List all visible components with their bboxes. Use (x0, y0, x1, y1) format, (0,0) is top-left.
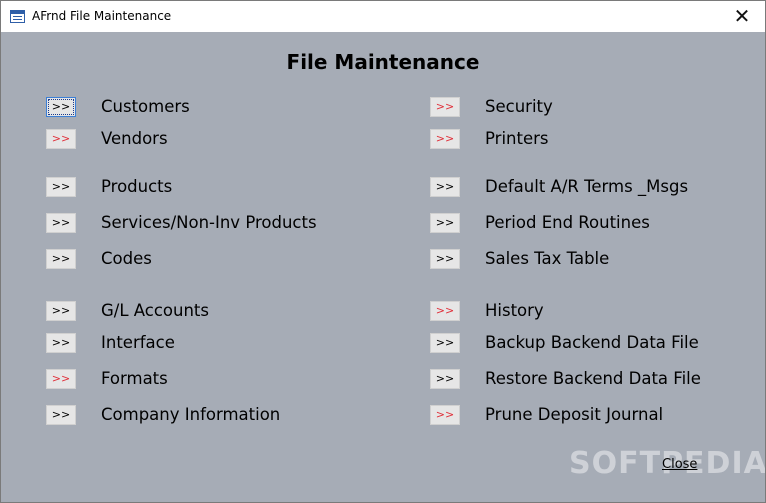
vendors-label: Vendors (101, 129, 168, 148)
period-end-routines-label: Period End Routines (485, 213, 650, 232)
backup-backend-label: Backup Backend Data File (485, 333, 699, 352)
app-window: AFrnd File Maintenance ✕ File Maintenanc… (0, 0, 766, 503)
title-bar[interactable]: AFrnd File Maintenance ✕ (1, 1, 765, 32)
codes-button[interactable]: >> (46, 249, 76, 269)
formats-button[interactable]: >> (46, 369, 76, 389)
printers-button[interactable]: >> (430, 129, 460, 149)
sales-tax-table-label: Sales Tax Table (485, 249, 610, 268)
services-label: Services/Non-Inv Products (101, 213, 317, 232)
restore-backend-label: Restore Backend Data File (485, 369, 701, 388)
window-title: AFrnd File Maintenance (32, 9, 172, 23)
security-label: Security (485, 97, 553, 116)
prune-deposit-journal-button[interactable]: >> (430, 405, 460, 425)
customers-label: Customers (101, 97, 190, 116)
history-button[interactable]: >> (430, 301, 460, 321)
codes-label: Codes (101, 249, 152, 268)
period-end-routines-button[interactable]: >> (430, 213, 460, 233)
interface-label: Interface (101, 333, 175, 352)
services-button[interactable]: >> (46, 213, 76, 233)
company-information-label: Company Information (101, 405, 281, 424)
company-information-button[interactable]: >> (46, 405, 76, 425)
products-label: Products (101, 177, 173, 196)
backup-backend-button[interactable]: >> (430, 333, 460, 353)
formats-label: Formats (101, 369, 168, 388)
default-ar-terms-button[interactable]: >> (430, 177, 460, 197)
gl-accounts-label: G/L Accounts (101, 301, 209, 320)
form-icon (10, 10, 25, 23)
close-button[interactable]: Close (662, 457, 697, 472)
page-title: File Maintenance (286, 50, 480, 74)
security-button[interactable]: >> (430, 97, 460, 117)
products-button[interactable]: >> (46, 177, 76, 197)
interface-button[interactable]: >> (46, 333, 76, 353)
gl-accounts-button[interactable]: >> (46, 301, 76, 321)
vendors-button[interactable]: >> (46, 129, 76, 149)
sales-tax-table-button[interactable]: >> (430, 249, 460, 269)
customers-button[interactable]: >> (46, 97, 76, 117)
prune-deposit-journal-label: Prune Deposit Journal (485, 405, 664, 424)
printers-label: Printers (485, 129, 549, 148)
history-label: History (485, 301, 544, 320)
window-close-button[interactable]: ✕ (719, 1, 765, 32)
default-ar-terms-label: Default A/R Terms _Msgs (485, 177, 689, 196)
restore-backend-button[interactable]: >> (430, 369, 460, 389)
